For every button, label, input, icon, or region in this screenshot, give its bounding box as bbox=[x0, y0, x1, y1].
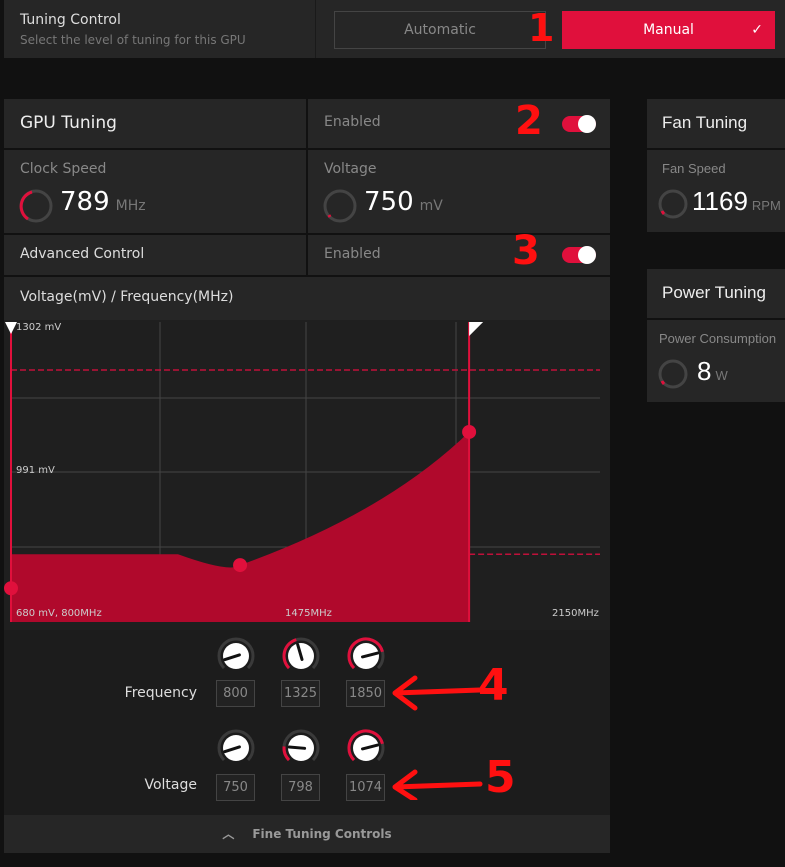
fine-tuning-label: Fine Tuning Controls bbox=[252, 827, 392, 841]
annotation-3: 3 bbox=[512, 228, 540, 274]
fan-speed-label: Fan Speed bbox=[662, 161, 726, 176]
x-tick-label: 1475MHz bbox=[285, 608, 332, 619]
power-consumption-label: Power Consumption bbox=[659, 331, 777, 346]
manual-button[interactable]: Manual ✓ bbox=[562, 11, 775, 49]
max-frequency-handle bbox=[469, 322, 484, 336]
voltage-knob-2[interactable] bbox=[281, 728, 321, 768]
advanced-control-toggle-row: Enabled bbox=[308, 235, 610, 275]
power-tuning-title: Power Tuning bbox=[662, 283, 766, 302]
voltage-label: Voltage bbox=[144, 777, 197, 793]
y-tick-label: 991 mV bbox=[16, 465, 55, 476]
fine-tuning-toggle[interactable]: ︿ Fine Tuning Controls bbox=[4, 815, 610, 853]
frequency-input-3[interactable]: 1850 bbox=[346, 680, 385, 707]
voltage-input-3[interactable]: 1074 bbox=[346, 774, 385, 801]
vf-curve-area bbox=[11, 431, 470, 622]
power-unit: W bbox=[715, 368, 728, 383]
clock-speed-unit: MHz bbox=[115, 198, 146, 214]
frequency-input-1[interactable]: 800 bbox=[216, 680, 255, 707]
annotation-2: 2 bbox=[515, 98, 543, 144]
fan-speed-value: 1169 bbox=[692, 186, 748, 216]
vf-chart[interactable]: 1302 mV 991 mV 680 mV, 800MHz 1475MHz 21… bbox=[4, 320, 610, 630]
clock-speed-label: Clock Speed bbox=[20, 161, 107, 177]
gpu-tuning-toggle-row: Enabled bbox=[308, 99, 610, 148]
x-tick-label: 680 mV, 800MHz bbox=[16, 608, 102, 619]
frequency-knob-1[interactable] bbox=[216, 636, 256, 676]
advanced-control-status: Enabled bbox=[324, 246, 381, 262]
curve-point-2 bbox=[233, 558, 248, 573]
annotation-arrows bbox=[392, 675, 483, 800]
gpu-tuning-header: GPU Tuning bbox=[4, 99, 306, 148]
fan-speed-card: Fan Speed 1169 RPM bbox=[647, 150, 785, 232]
chevron-up-icon: ︿ bbox=[222, 827, 235, 841]
power-gauge-icon bbox=[658, 359, 688, 389]
curve-point-3 bbox=[462, 424, 477, 439]
clock-speed-card: Clock Speed 789 MHz bbox=[4, 150, 306, 233]
fan-gauge-icon bbox=[658, 189, 688, 219]
voltage-card: Voltage 750 mV bbox=[308, 150, 610, 233]
divider bbox=[315, 0, 316, 58]
fine-tuning-panel: Frequency Voltage 800 1325 1850 750 798 … bbox=[4, 630, 610, 815]
manual-label: Manual bbox=[643, 22, 694, 38]
y-tick-label: 1302 mV bbox=[16, 322, 62, 333]
frequency-input-2[interactable]: 1325 bbox=[281, 680, 320, 707]
frequency-label: Frequency bbox=[124, 685, 197, 701]
voltage-knob-1[interactable] bbox=[216, 728, 256, 768]
voltage-value: 750 bbox=[364, 187, 414, 217]
fan-speed-unit: RPM bbox=[751, 198, 781, 213]
voltage-input-1[interactable]: 750 bbox=[216, 774, 255, 801]
voltage-input-2[interactable]: 798 bbox=[281, 774, 320, 801]
voltage-knob-3[interactable] bbox=[346, 728, 386, 768]
gpu-tuning-status: Enabled bbox=[324, 114, 381, 130]
chart-title: Voltage(mV) / Frequency(MHz) bbox=[20, 289, 234, 305]
gpu-tuning-toggle[interactable] bbox=[562, 115, 596, 133]
voltage-gauge-icon bbox=[323, 189, 357, 223]
power-tuning-header: Power Tuning bbox=[647, 269, 785, 318]
advanced-control-row: Advanced Control bbox=[4, 235, 306, 275]
gpu-tuning-title: GPU Tuning bbox=[20, 113, 117, 133]
tuning-control-title: Tuning Control bbox=[20, 12, 121, 28]
frequency-knob-2[interactable] bbox=[281, 636, 321, 676]
x-tick-label: 2150MHz bbox=[552, 608, 599, 619]
voltage-unit: mV bbox=[419, 198, 443, 214]
annotation-1: 1 bbox=[528, 6, 555, 50]
frequency-knob-3[interactable] bbox=[346, 636, 386, 676]
power-card: Power Consumption 8W bbox=[647, 320, 785, 402]
clock-speed-value: 789 bbox=[60, 187, 110, 217]
check-icon: ✓ bbox=[751, 22, 763, 38]
tuning-control-bar: Tuning Control Select the level of tunin… bbox=[4, 0, 785, 58]
curve-point-1 bbox=[4, 581, 18, 596]
tuning-control-subtitle: Select the level of tuning for this GPU bbox=[20, 33, 246, 47]
voltage-label: Voltage bbox=[324, 161, 377, 177]
clock-gauge-icon bbox=[19, 189, 53, 223]
power-value: 8 bbox=[697, 356, 712, 386]
advanced-control-label: Advanced Control bbox=[20, 246, 145, 262]
fan-tuning-header: Fan Tuning bbox=[647, 99, 785, 148]
fan-tuning-title: Fan Tuning bbox=[662, 113, 748, 132]
automatic-button[interactable]: Automatic bbox=[334, 11, 546, 49]
advanced-control-toggle[interactable] bbox=[562, 246, 596, 264]
chart-header: Voltage(mV) / Frequency(MHz) bbox=[4, 277, 610, 320]
